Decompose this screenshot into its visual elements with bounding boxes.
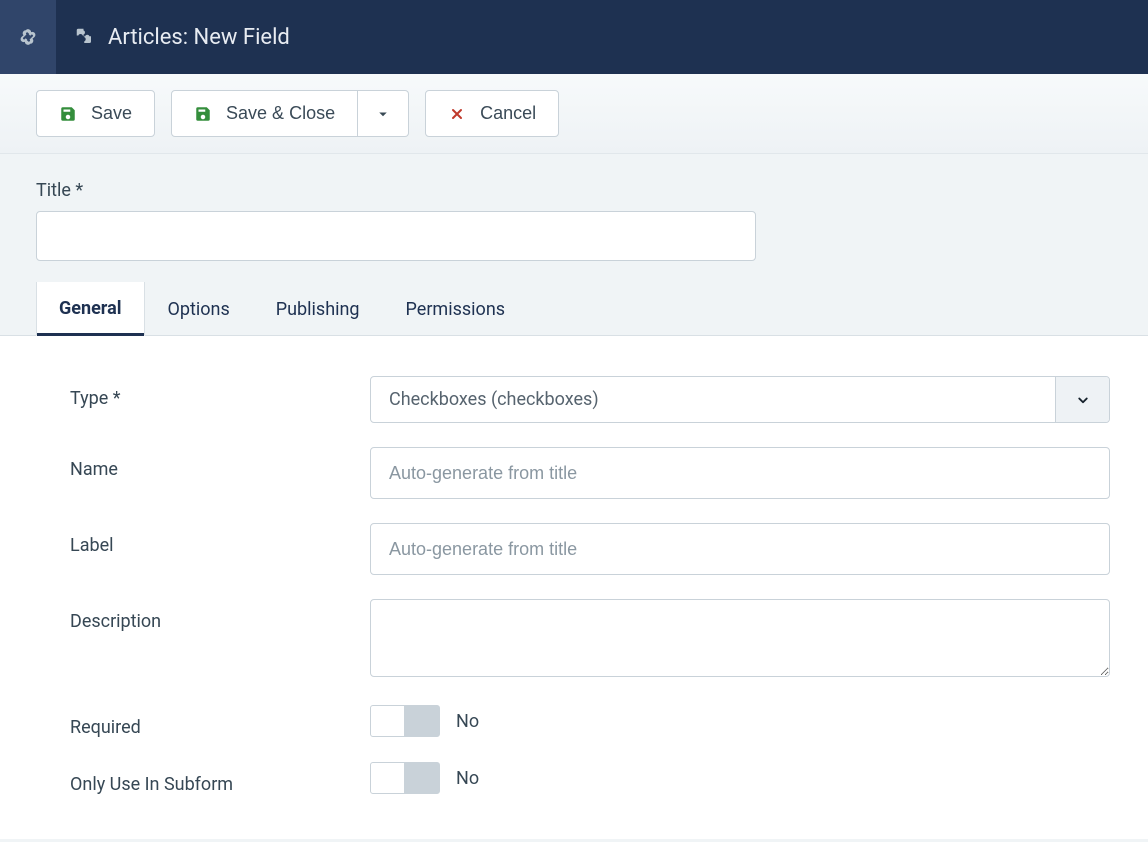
joomla-icon	[19, 28, 37, 46]
save-icon	[59, 105, 77, 123]
save-close-button[interactable]: Save & Close	[171, 90, 358, 137]
tab-publishing[interactable]: Publishing	[253, 282, 383, 336]
description-label: Description	[70, 599, 370, 632]
toggle-knob	[404, 763, 439, 793]
only-subform-label: Only Use In Subform	[70, 762, 370, 795]
only-subform-value: No	[456, 768, 479, 789]
row-label: Label	[70, 523, 1112, 575]
save-close-dropdown[interactable]	[358, 90, 409, 137]
tab-options[interactable]: Options	[145, 282, 253, 336]
save-button[interactable]: Save	[36, 90, 155, 137]
title-area: Title *	[0, 154, 1148, 281]
tab-general[interactable]: General	[36, 282, 145, 336]
tab-label: Options	[168, 299, 230, 320]
required-toggle[interactable]	[370, 705, 440, 737]
type-caret	[1055, 377, 1109, 422]
row-required: Required No	[70, 705, 1112, 738]
cancel-label: Cancel	[480, 103, 536, 124]
name-label: Name	[70, 447, 370, 480]
title-label: Title *	[36, 180, 1112, 201]
type-select[interactable]: Checkboxes (checkboxes)	[370, 376, 1110, 423]
row-description: Description	[70, 599, 1112, 681]
row-name: Name	[70, 447, 1112, 499]
tab-permissions[interactable]: Permissions	[383, 282, 529, 336]
general-panel: Type * Checkboxes (checkboxes) Name Labe…	[0, 336, 1148, 839]
header-bar: Articles: New Field	[0, 0, 1148, 74]
type-label: Type *	[70, 376, 370, 409]
save-label: Save	[91, 103, 132, 124]
only-subform-toggle[interactable]	[370, 762, 440, 794]
name-input[interactable]	[370, 447, 1110, 499]
label-input[interactable]	[370, 523, 1110, 575]
type-value: Checkboxes (checkboxes)	[371, 377, 1055, 422]
tab-label: Permissions	[406, 299, 506, 320]
chevron-down-icon	[1074, 391, 1092, 409]
toolbar: Save Save & Close Cancel	[0, 74, 1148, 154]
cancel-button[interactable]: Cancel	[425, 90, 559, 137]
close-icon	[448, 105, 466, 123]
toggle-knob	[404, 706, 439, 736]
save-close-label: Save & Close	[226, 103, 335, 124]
label-label: Label	[70, 523, 370, 556]
title-input[interactable]	[36, 211, 756, 261]
tab-label: General	[59, 298, 122, 319]
chevron-down-icon	[374, 105, 392, 123]
save-icon	[194, 105, 212, 123]
tab-label: Publishing	[276, 299, 360, 320]
header-title-wrap: Articles: New Field	[56, 0, 290, 74]
required-label: Required	[70, 705, 370, 738]
page-title: Articles: New Field	[108, 25, 290, 50]
row-type: Type * Checkboxes (checkboxes)	[70, 376, 1112, 423]
puzzle-icon	[76, 28, 94, 46]
row-only-subform: Only Use In Subform No	[70, 762, 1112, 795]
joomla-logo[interactable]	[0, 0, 56, 74]
required-value: No	[456, 711, 479, 732]
tab-strip: General Options Publishing Permissions	[0, 281, 1148, 336]
description-input[interactable]	[370, 599, 1110, 677]
save-close-group: Save & Close	[171, 90, 409, 137]
